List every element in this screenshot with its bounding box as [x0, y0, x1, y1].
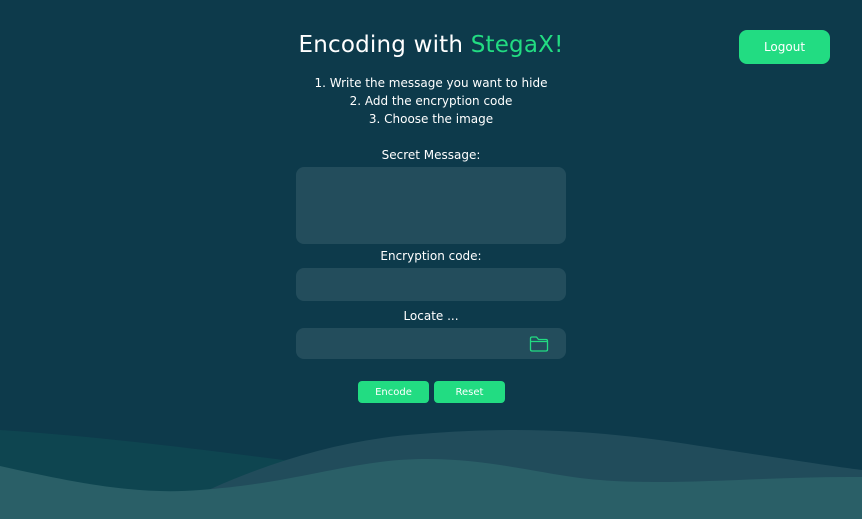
wave-back — [0, 430, 330, 519]
page-title: Encoding with StegaX! — [231, 29, 631, 61]
logout-button[interactable]: Logout — [739, 30, 830, 64]
secret-message-input[interactable] — [296, 167, 566, 244]
instruction-step-3: 3. Choose the image — [368, 112, 494, 126]
instruction-step-2: 2. Add the encryption code — [349, 94, 513, 108]
reset-button[interactable]: Reset — [434, 381, 505, 403]
instructions-list: 1. Write the message you want to hide 2.… — [231, 74, 631, 128]
title-prefix: Encoding with — [298, 32, 471, 58]
wave-mid — [150, 430, 862, 519]
encode-button[interactable]: Encode — [358, 381, 429, 403]
file-locate-field[interactable] — [296, 328, 566, 359]
folder-icon[interactable] — [529, 336, 549, 352]
secret-message-label: Secret Message: — [381, 148, 481, 162]
encryption-code-input[interactable] — [296, 268, 566, 301]
encryption-code-label: Encryption code: — [380, 249, 482, 263]
wave-front — [0, 459, 862, 519]
brand-name: StegaX! — [470, 32, 564, 58]
instruction-step-1: 1. Write the message you want to hide — [314, 76, 548, 90]
locate-label: Locate ... — [403, 309, 459, 323]
